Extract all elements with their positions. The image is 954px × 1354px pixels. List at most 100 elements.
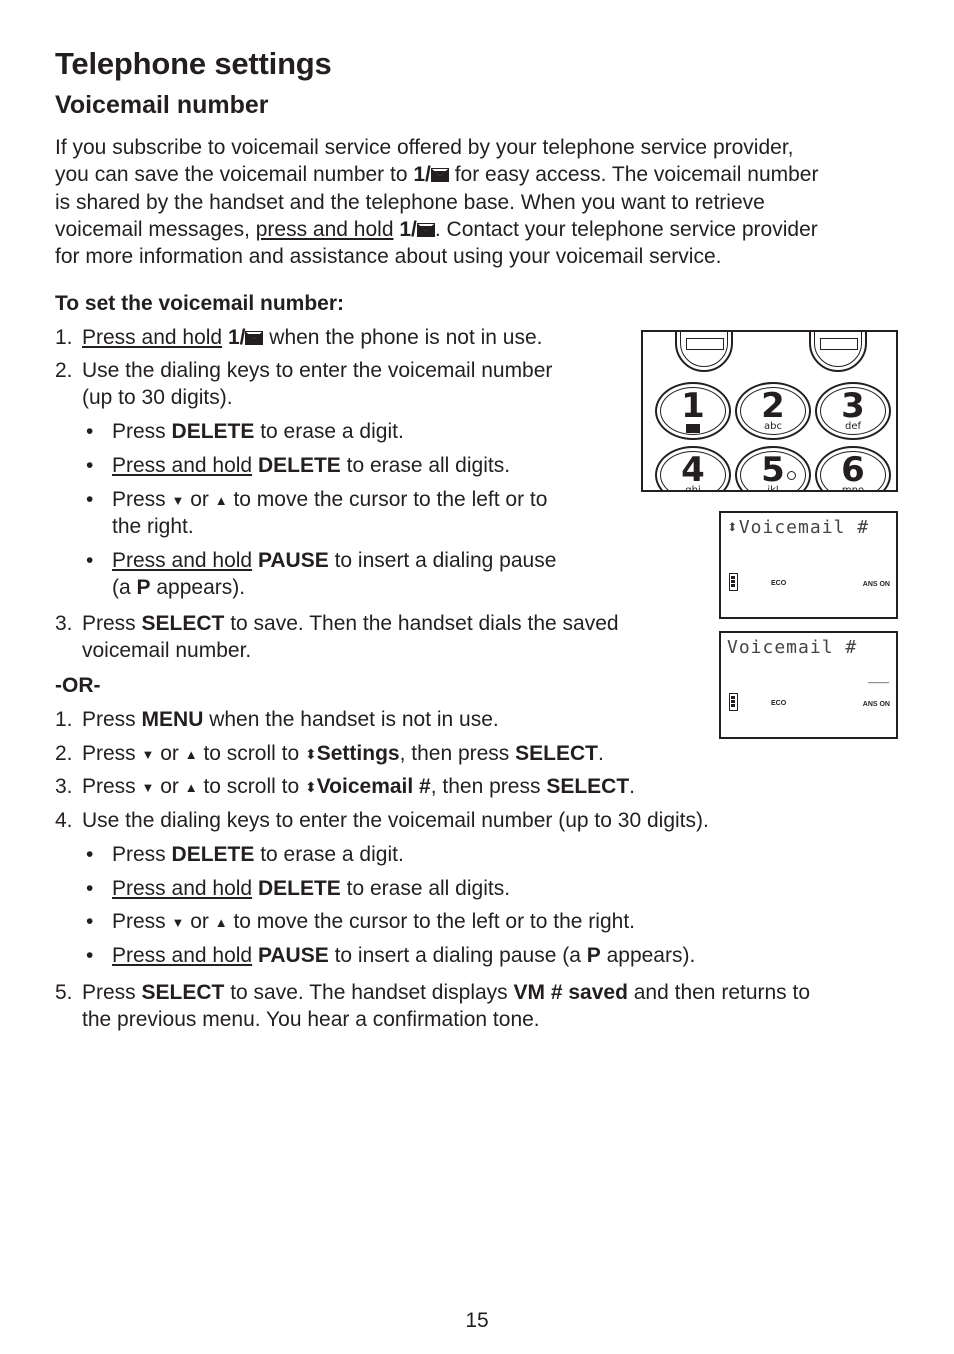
or-label: -OR- <box>55 674 101 697</box>
down-arrow-icon: ▼ <box>141 747 155 762</box>
intro-line: for more information and assistance abou… <box>55 245 722 269</box>
key-digit: 4 <box>681 450 705 490</box>
key-1: 1 <box>655 382 731 440</box>
bullet: • <box>86 488 94 511</box>
intro-line: for easy access. The voicemail number <box>448 163 819 187</box>
press-and-hold-term: Press and hold <box>112 877 253 900</box>
bullet-cursor: Press ▼ or ▲ to move the cursor to the l… <box>112 486 547 514</box>
right-softkey <box>809 332 867 372</box>
step-text: to scroll to <box>197 775 305 798</box>
key-digit: 6 <box>841 450 865 490</box>
bullet-text: appears). <box>600 944 696 967</box>
bullet-text: or <box>184 910 215 933</box>
step-text: when the handset is not in use. <box>203 708 499 731</box>
key-digit: 5 <box>761 450 785 490</box>
bullet-text: to erase all digits. <box>340 454 511 477</box>
down-arrow-icon: ▼ <box>141 780 155 795</box>
bullet-text: (a <box>112 576 137 599</box>
step-1-text: Press and hold 1/ when the phone is not … <box>82 324 542 351</box>
bullet-text: to erase a digit. <box>254 420 404 443</box>
softkey-bar <box>820 338 858 350</box>
step-2: 2. <box>55 357 73 384</box>
step-text: , then press <box>430 775 547 798</box>
bullet-text: to insert a dialing pause (a <box>328 944 587 967</box>
step-text: to save. Then the handset dials the save… <box>224 612 619 635</box>
key-5: 5 jkl <box>735 446 811 492</box>
m2-bullet-delete: Press DELETE to erase a digit. <box>112 841 404 868</box>
up-arrow-icon: ▲ <box>184 780 198 795</box>
ans-on-indicator: ANS ON <box>862 701 890 708</box>
key-letters: abc <box>764 421 782 432</box>
key-delete: DELETE <box>257 454 341 477</box>
voicemail-envelope-icon <box>686 424 700 433</box>
intro-line: voicemail messages, <box>55 217 256 241</box>
bullet-pause-cont: (a P appears). <box>112 574 245 601</box>
softkey-bar <box>686 338 724 350</box>
key-p: P <box>586 944 601 967</box>
bullet-pause: Press and hold PAUSE to insert a dialing… <box>112 547 556 574</box>
bullet-text: to move the cursor to the left or to <box>227 488 548 511</box>
step-2-text: Use the dialing keys to enter the voicem… <box>82 359 553 382</box>
bullet-cursor-cont: the right. <box>112 515 194 538</box>
key-letters: ghi <box>685 485 701 492</box>
bullet-text: Press <box>112 488 166 511</box>
bullet: • <box>86 877 94 900</box>
section-title: Voicemail number <box>55 91 269 119</box>
press-and-hold-term: press and hold <box>255 217 394 241</box>
eco-indicator: ECO <box>771 580 787 587</box>
procedure-heading: To set the voicemail number: <box>55 290 344 317</box>
key-letters: jkl <box>767 485 779 492</box>
step-text: Press <box>82 775 136 798</box>
key-select: SELECT <box>515 742 598 765</box>
menu-settings: Settings <box>316 742 400 765</box>
left-softkey <box>675 332 733 372</box>
up-arrow-icon: ▲ <box>184 747 198 762</box>
key-2: 2 abc <box>735 382 811 440</box>
m2-step-1: 1. <box>55 708 73 731</box>
step-text: when the phone is not in use. <box>263 326 543 349</box>
bullet: • <box>86 454 94 477</box>
bullet: • <box>86 549 94 572</box>
step-text: . <box>597 742 604 765</box>
bullet: • <box>86 910 94 933</box>
key-delete: DELETE <box>171 843 255 866</box>
up-down-scroll-icon: ⬍ <box>305 779 317 795</box>
page-number: 15 <box>465 1309 489 1332</box>
key-pause: PAUSE <box>257 944 329 967</box>
key-1: 1/ <box>399 217 417 241</box>
key-p: P <box>136 576 151 599</box>
m2-step-5: 5. <box>55 981 73 1004</box>
key-pause: PAUSE <box>257 549 329 572</box>
step-text: Press <box>82 981 136 1004</box>
m2-step-3: 3. <box>55 775 73 798</box>
up-arrow-icon: ▲ <box>214 915 228 930</box>
bullet-text: or <box>184 488 215 511</box>
step-3-text: Press SELECT to save. Then the handset d… <box>82 610 619 637</box>
keypad-illustration: 1 2 abc 3 def 4 ghi 5 jkl 6 mno <box>641 330 898 492</box>
m2-step-1-text: Press MENU when the handset is not in us… <box>82 706 499 733</box>
step-text: Press <box>82 612 136 635</box>
down-arrow-icon: ▼ <box>171 915 185 930</box>
key-digit: 1 <box>681 386 705 426</box>
key-6: 6 mno <box>815 446 891 490</box>
bullet-delete-all: Press and hold DELETE to erase all digit… <box>112 452 510 479</box>
battery-icon <box>729 693 738 711</box>
key-delete: DELETE <box>171 420 255 443</box>
press-and-hold-term: Press and hold <box>112 454 253 477</box>
lcd-screen-entry: Voicemail # _____ ECO ANS ON <box>719 631 898 739</box>
up-down-scroll-icon: ⬍ <box>305 746 317 762</box>
down-arrow-icon: ▼ <box>171 493 185 508</box>
step-text: , then press <box>399 742 516 765</box>
m2-step-3-text: Press ▼ or ▲ to scroll to ⬍Voicemail #, … <box>82 773 635 801</box>
step-3-text-cont: voicemail number. <box>82 639 252 662</box>
step-number: 1. <box>55 326 73 349</box>
press-and-hold-term: Press and hold <box>112 549 253 572</box>
eco-indicator: ECO <box>771 700 787 707</box>
m2-step-5-text: Press SELECT to save. The handset displa… <box>82 979 810 1006</box>
bullet-text: Press <box>112 843 166 866</box>
press-and-hold-term: Press and hold <box>82 326 223 349</box>
m2-bullet-delete-all: Press and hold DELETE to erase all digit… <box>112 875 510 902</box>
intro-line: is shared by the handset and the telepho… <box>55 190 765 214</box>
m2-step-4-text: Use the dialing keys to enter the voicem… <box>82 809 709 832</box>
key-select: SELECT <box>141 612 225 635</box>
